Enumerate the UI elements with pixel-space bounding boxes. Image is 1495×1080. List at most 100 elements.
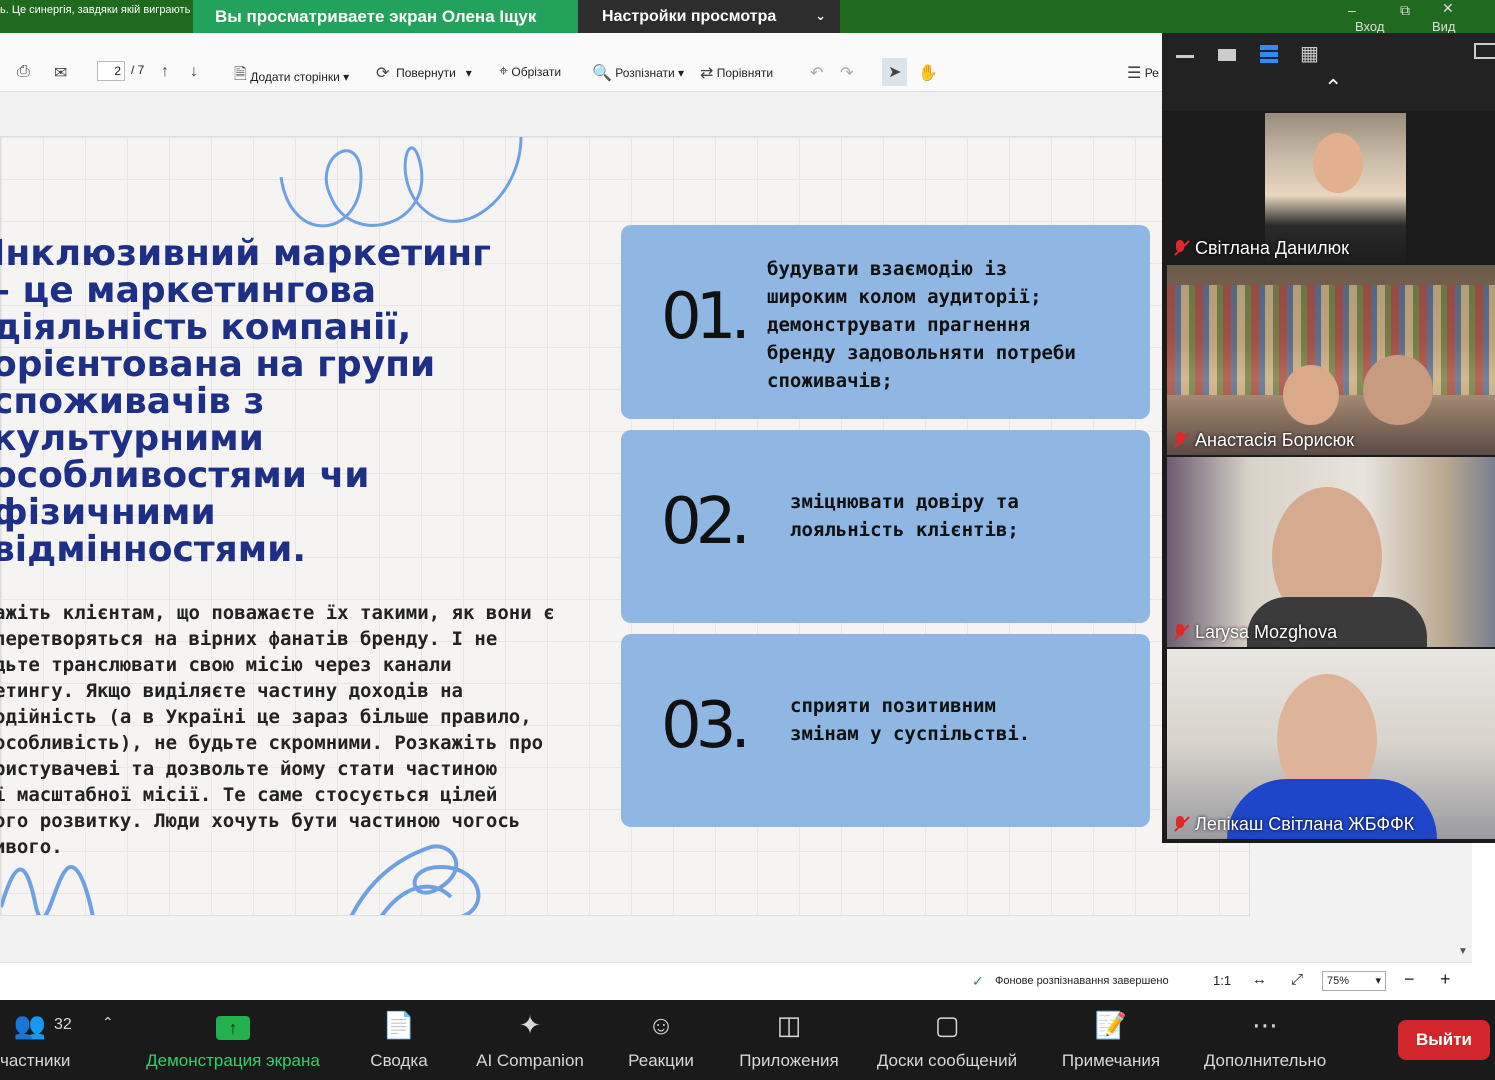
rotate-label: Повернути bbox=[396, 66, 456, 80]
mail-icon[interactable]: ✉ bbox=[54, 63, 67, 83]
view-options-button[interactable]: Настройки просмотра ⌄ bbox=[578, 0, 840, 33]
select-tool-icon[interactable]: ➤ bbox=[882, 58, 908, 86]
screen-share-banner: Вы просматриваете экран Олена Іщук bbox=[193, 0, 578, 33]
zoom-out-icon[interactable]: − bbox=[1404, 969, 1415, 990]
enter-label[interactable]: Вход bbox=[1355, 19, 1384, 34]
whiteboard-icon: ▢ bbox=[934, 1010, 960, 1040]
ocr-done-icon: ✓ bbox=[972, 973, 984, 989]
participant-label: Анастасія Борисюк bbox=[1195, 430, 1355, 450]
compare-icon: ⇄ bbox=[700, 65, 714, 82]
pdf-status-bar: ✓ Фонове розпізнавання завершено 1:1 ↔ ⤢… bbox=[0, 962, 1472, 1001]
recognize-button[interactable]: 🔍 Розпізнати ▾ bbox=[592, 63, 684, 83]
gallery-view-icon[interactable]: ▦ bbox=[1300, 41, 1319, 66]
participant-label: Larysa Mozghova bbox=[1195, 622, 1338, 642]
chevron-down-icon: ▾ bbox=[1375, 975, 1381, 987]
minimize-icon[interactable]: – bbox=[1348, 2, 1356, 18]
apps-button[interactable]: ◫ Приложения bbox=[728, 1000, 850, 1080]
participant-label: Лепікаш Світлана ЖБФФК bbox=[1195, 814, 1415, 834]
rotate-icon: ⟳ bbox=[376, 65, 390, 82]
muted-mic-icon bbox=[1173, 431, 1187, 450]
share-screen-icon: ↑ bbox=[135, 1010, 331, 1041]
card-text: сприяти позитивним змінам у суспільстві. bbox=[790, 695, 1031, 745]
whiteboards-button[interactable]: ▢ Доски сообщений bbox=[866, 1000, 1028, 1080]
compare-button[interactable]: ⇄ Порівняти bbox=[700, 63, 773, 83]
muted-mic-icon bbox=[1173, 623, 1187, 642]
reactions-button[interactable]: ☺ Реакции bbox=[615, 1000, 707, 1080]
more-button[interactable]: ⋯ Дополнительно bbox=[1190, 1000, 1340, 1080]
pop-out-icon[interactable] bbox=[1474, 43, 1495, 59]
pdf-toolbar: ⎙ ✉ 2 / 7 ↑ ↓ 🗎 Додати сторінки ▾ ⟳ Пове… bbox=[0, 53, 1165, 92]
video-panel-header: ▦ bbox=[1162, 33, 1495, 73]
participants-button[interactable]: 👥 32 частники bbox=[0, 1000, 100, 1080]
leave-button[interactable]: Выйти bbox=[1398, 1020, 1490, 1060]
page-total: / 7 bbox=[131, 63, 145, 77]
crop-button[interactable]: ⌖ Обрізати bbox=[499, 63, 561, 81]
person-face bbox=[1283, 365, 1339, 425]
redo-icon[interactable]: ↷ bbox=[840, 63, 853, 83]
scroll-down-icon[interactable]: ▼ bbox=[1458, 946, 1468, 957]
hand-tool-icon[interactable]: ✋ bbox=[918, 63, 938, 83]
rotate-button[interactable]: ⟳ Повернути ▾ bbox=[376, 63, 472, 83]
participant-tile[interactable]: Larysa Mozghova bbox=[1167, 457, 1495, 647]
more-icon: ⋯ bbox=[1252, 1010, 1278, 1040]
participant-label: Світлана Данилюк bbox=[1195, 238, 1349, 258]
restore-icon[interactable]: ⧉ bbox=[1400, 2, 1410, 19]
fit-page-icon[interactable]: ⤢ bbox=[1291, 971, 1303, 988]
sparkle-icon: ✦ bbox=[519, 1010, 541, 1040]
zoom-select[interactable]: 75% ▾ bbox=[1322, 971, 1386, 991]
crop-icon: ⌖ bbox=[499, 63, 509, 80]
card-03: 03. сприяти позитивним змінам у суспільс… bbox=[621, 634, 1150, 827]
pdf-header-gap bbox=[0, 33, 1165, 53]
prev-page-icon[interactable]: ↑ bbox=[161, 63, 169, 81]
participant-name-1: Світлана Данилюк bbox=[1173, 238, 1349, 259]
page-number-input[interactable]: 2 bbox=[97, 61, 125, 81]
wave-decoration bbox=[1, 864, 95, 915]
undo-icon[interactable]: ↶ bbox=[810, 63, 823, 83]
strip-view-icon[interactable] bbox=[1260, 45, 1278, 63]
print-icon[interactable]: ⎙ bbox=[17, 63, 30, 81]
right-panel-button[interactable]: ☰ Ре bbox=[1127, 63, 1159, 83]
speaker-view-icon[interactable] bbox=[1218, 49, 1236, 61]
right-panel-label: Ре bbox=[1144, 66, 1159, 80]
zoom-in-icon[interactable]: + bbox=[1440, 969, 1451, 990]
participant-tile[interactable]: Світлана Данилюк bbox=[1167, 113, 1495, 263]
share-screen-label: Демонстрация экрана bbox=[146, 1051, 320, 1070]
chevron-up-icon[interactable]: ⌃ bbox=[102, 1014, 114, 1031]
view-label[interactable]: Вид bbox=[1432, 19, 1456, 34]
participant-name-3: Larysa Mozghova bbox=[1173, 622, 1337, 643]
card-text: будувати взаємодію із широким колом ауди… bbox=[767, 258, 1076, 392]
scroll-up-bar[interactable]: ⌃ bbox=[1162, 73, 1495, 111]
reactions-label: Реакции bbox=[628, 1051, 694, 1070]
list-icon: ☰ bbox=[1127, 65, 1142, 82]
summary-button[interactable]: 📄 Сводка bbox=[355, 1000, 443, 1080]
ai-companion-button[interactable]: ✦ AI Companion bbox=[465, 1000, 595, 1080]
share-screen-button[interactable]: ↑ Демонстрация экрана bbox=[135, 1000, 331, 1080]
add-page-icon: 🗎 bbox=[234, 66, 247, 83]
window-title: ь. Це синергія, завдяки якій виграють bbox=[0, 4, 190, 16]
minimize-panel-icon[interactable] bbox=[1176, 55, 1194, 58]
card-number: 02. bbox=[661, 485, 751, 559]
add-pages-button[interactable]: 🗎 Додати сторінки ▾ bbox=[234, 63, 349, 90]
card-number: 01. bbox=[661, 280, 751, 354]
participant-tile[interactable]: Лепікаш Світлана ЖБФФК bbox=[1167, 649, 1495, 839]
participant-tile[interactable]: Анастасія Борисюк bbox=[1167, 265, 1495, 455]
whiteboards-label: Доски сообщений bbox=[876, 1051, 1018, 1070]
card-number: 03. bbox=[661, 689, 751, 763]
fit-width-icon[interactable]: ↔ bbox=[1252, 971, 1267, 988]
next-page-icon[interactable]: ↓ bbox=[190, 63, 198, 81]
ai-companion-label: AI Companion bbox=[476, 1051, 584, 1070]
slide-body-text: ажіть клієнтам, що поважаєте їх такими, … bbox=[0, 602, 555, 858]
compare-label: Порівняти bbox=[716, 66, 774, 80]
participants-icon: 👥 bbox=[13, 1010, 47, 1040]
chevron-up-icon[interactable]: ⌃ bbox=[1324, 75, 1342, 101]
muted-mic-icon bbox=[1173, 239, 1187, 258]
close-icon[interactable]: ✕ bbox=[1442, 0, 1454, 17]
meeting-controls-bar: 👥 32 частники ⌃ ↑ Демонстрация экрана 📄 … bbox=[0, 1000, 1495, 1080]
notes-button[interactable]: 📝 Примечания bbox=[1050, 1000, 1172, 1080]
notes-icon: 📝 bbox=[1094, 1010, 1128, 1040]
actual-size-button[interactable]: 1:1 bbox=[1213, 973, 1231, 988]
person-face bbox=[1363, 355, 1433, 425]
card-02: 02. зміцнювати довіру та лояльність кліє… bbox=[621, 430, 1150, 623]
apps-icon: ◫ bbox=[776, 1010, 802, 1040]
muted-mic-icon bbox=[1173, 815, 1187, 834]
